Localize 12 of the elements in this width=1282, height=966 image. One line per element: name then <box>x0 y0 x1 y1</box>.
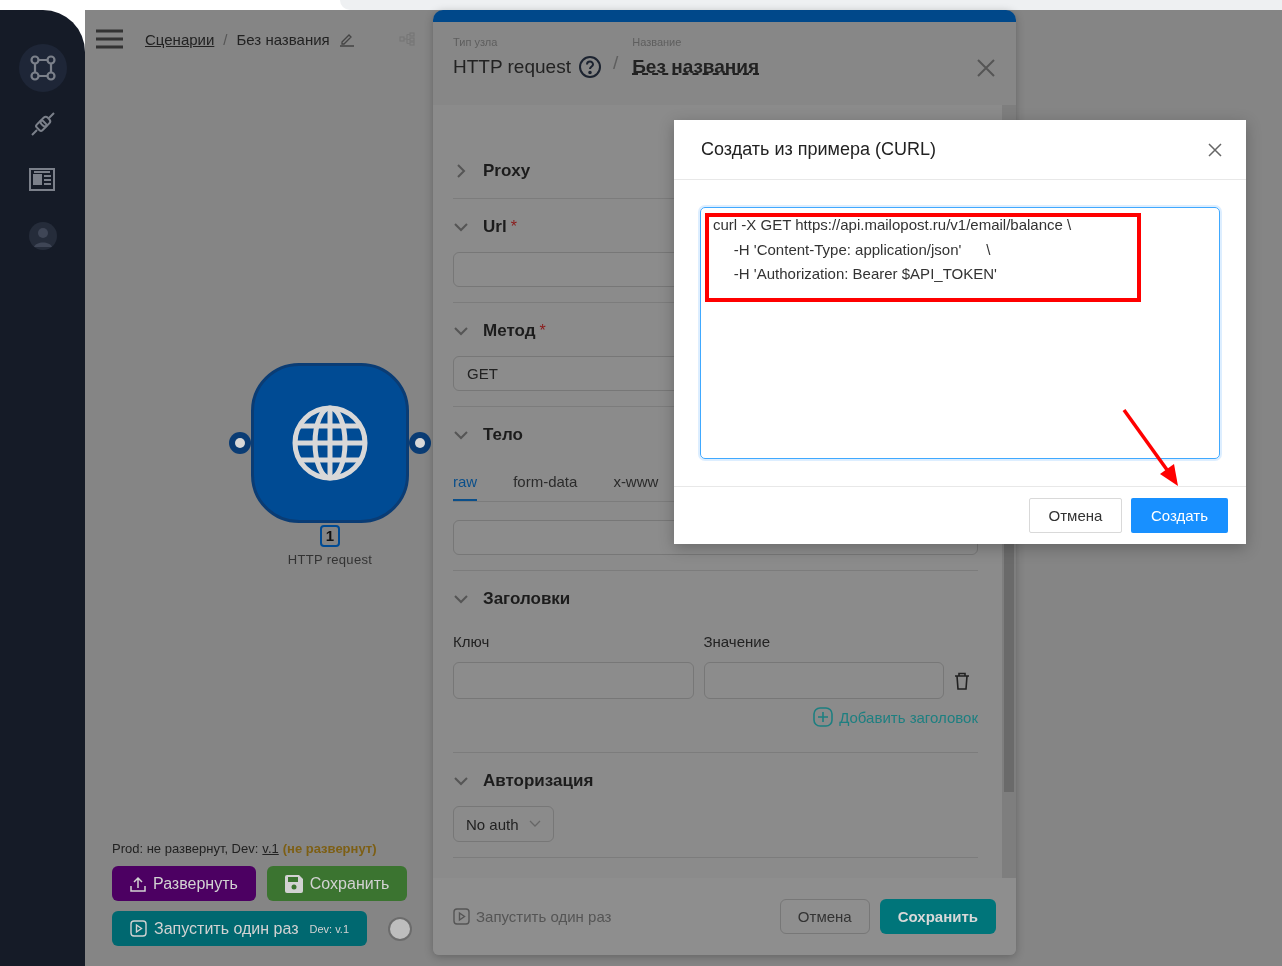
value-label: Значение <box>703 633 772 650</box>
key-label: Ключ <box>453 633 491 650</box>
breadcrumb-separator: / <box>223 30 228 48</box>
required-mark: * <box>510 218 517 236</box>
scenario-name: Без названия <box>236 30 330 48</box>
node-label: HTTP request <box>287 552 373 567</box>
title-separator: / <box>612 52 619 74</box>
node-badge: 1 <box>319 525 341 547</box>
dialog-title: Создать из примера (CURL) <box>701 139 936 160</box>
deploy-status-text: Prod: не развернут, Dev: v.1 (не развернут) <box>112 841 378 856</box>
node-type: HTTP request <box>453 56 571 78</box>
required-mark: * <box>539 322 546 340</box>
